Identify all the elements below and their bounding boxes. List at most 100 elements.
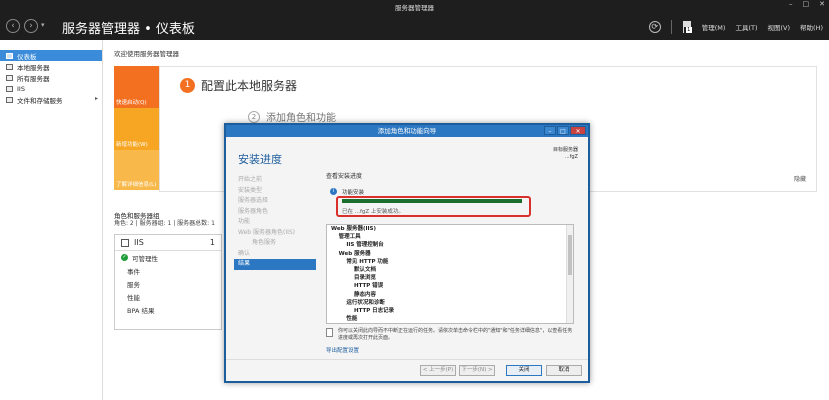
menu-manage[interactable]: 管理(M) [702,22,726,32]
dialog-title-bar: 添加角色和功能向导 – □ ✕ [226,125,588,137]
minimize-button[interactable]: – [789,0,793,8]
history-dropdown-icon[interactable]: ▾ [41,21,45,29]
menu-tools[interactable]: 工具(T) [735,22,757,32]
note: 你可以关闭此向导而不中断正在运行的任务。请依次单击命令栏中的"通知"和"任务详细… [326,328,576,341]
sidebar-item-label: 本地服务器 [17,63,50,72]
log-line: Web 服务器(IIS) [331,226,377,232]
chevron-right-icon[interactable]: ▸ [95,95,98,102]
tile-whats-new[interactable]: 新增功能(W) [114,108,159,150]
role-row-services[interactable]: 服务 [115,277,221,290]
log-line: 常见 HTTP 功能 [331,258,389,265]
forward-icon[interactable]: › [24,19,38,33]
server-icon [6,63,13,70]
close-wizard-button[interactable]: 关闭 [506,365,542,376]
wizard-step: 角色服务 [252,239,277,246]
export-settings-link[interactable]: 导出配置设置 [326,346,582,354]
cancel-button[interactable]: 取消 [546,365,582,376]
step-add-roles[interactable]: 2 添加角色和功能 [248,109,336,124]
welcome-tiles: 快速启动(Q) 新增功能(W) 了解详细信息(L) [114,66,159,190]
dialog-heading: 安装进度 [238,153,282,166]
wizard-step: 服务器角色 [238,207,269,215]
add-roles-wizard-dialog: 添加角色和功能向导 – □ ✕ 安装进度 目标服务器 ...fgZ 开始之前 安… [224,123,590,383]
role-row-bpa[interactable]: BPA 结果 [115,303,221,316]
role-name: IIS [134,238,144,247]
sidebar-item-iis[interactable]: IIS [0,83,102,94]
sidebar-item-label: IIS [17,84,25,93]
iis-icon [121,238,129,247]
note-text: 你可以关闭此向导而不中断正在运行的任务。请依次单击命令栏中的"通知"和"任务详细… [338,328,573,341]
note-icon [326,328,333,337]
menu-help[interactable]: 帮助(H) [800,22,823,32]
back-icon[interactable]: ‹ [6,19,20,33]
sidebar: 仪表板 本地服务器 所有服务器 IIS 文件和存储服务 ▸ [0,40,103,400]
log-line: 管理工具 [331,234,361,241]
storage-icon [6,96,13,103]
window-title-bar: 服务器管理器 – □ ✕ [0,0,829,12]
close-button[interactable]: ✕ [819,0,825,8]
log-line: HTTP 日志记录 [331,307,395,314]
sidebar-item-dashboard[interactable]: 仪表板 [0,50,102,61]
highlight-annotation [336,196,531,217]
log-line: IIS 管理控制台 [331,242,384,249]
breadcrumb: 服务器管理器 • 仪表板 [62,22,195,37]
next-button[interactable]: 下一步(N) > [459,365,495,376]
role-row-manageability[interactable]: ✓ 可管理性 [115,251,221,264]
dialog-maximize-button[interactable]: □ [557,126,569,135]
wizard-steps: 开始之前 安装类型 服务器选择 服务器角色 功能 Web 服务器角色(IIS) … [234,175,316,270]
progress-label: 功能安装 [342,190,365,196]
hide-link[interactable]: 隐藏 [794,174,806,183]
prev-button[interactable]: < 上一步(P) [420,365,456,376]
header-commands: ⟳ 1 管理(M) 工具(T) 视图(V) 帮助(H) [648,20,823,34]
window-controls: – □ ✕ [789,0,825,8]
window-title: 服务器管理器 [395,4,434,12]
notification-count: 1 [685,27,692,33]
role-card-iis[interactable]: IIS 1 ✓ 可管理性 事件 服务 性能 BPA 结果 [114,234,222,330]
step-label: 添加角色和功能 [266,113,336,124]
wizard-step: 开始之前 [238,176,263,183]
roles-subtitle: 角色: 2 | 服务器组: 1 | 服务器总数: 1 [114,220,215,227]
dashboard-icon [6,52,13,59]
iis-icon [6,85,13,92]
log-line: Web 服务器 [331,250,371,257]
dialog-title: 添加角色和功能向导 [377,127,437,135]
dialog-close-button[interactable]: ✕ [570,126,586,135]
sidebar-item-label: 文件和存储服务 [17,96,63,105]
refresh-icon[interactable]: ⟳ [648,21,661,33]
wizard-step: 服务器选择 [238,197,269,204]
step-configure-local-server[interactable]: 1 配置此本地服务器 [180,77,297,94]
menu-view[interactable]: 视图(V) [768,22,791,32]
wizard-step: 确认 [238,249,251,257]
wizard-step: 安装类型 [238,186,263,194]
install-log[interactable]: Web 服务器(IIS) 管理工具 IIS 管理控制台 Web 服务器 常见 H… [326,224,574,324]
dialog-minimize-button[interactable]: – [544,126,556,135]
check-icon: ✓ [121,254,128,261]
log-line: 运行状况和诊断 [331,299,385,306]
log-scrollbar[interactable] [566,225,573,323]
log-line: 默认文档 [331,266,376,273]
role-count: 1 [209,238,215,247]
role-card-header[interactable]: IIS 1 [115,235,221,251]
sidebar-item-all-servers[interactable]: 所有服务器 [0,72,102,83]
maximize-button[interactable]: □ [803,0,810,8]
tile-learn-more[interactable]: 了解详细信息(L) [114,150,159,190]
wizard-step: 功能 [238,218,251,225]
role-row-performance[interactable]: 性能 [115,290,221,303]
sidebar-item-local-server[interactable]: 本地服务器 [0,61,102,72]
divider [670,20,672,34]
log-line: HTTP 错误 [331,283,384,290]
header-bar: ‹ › ▾ 服务器管理器 • 仪表板 ⟳ 1 管理(M) 工具(T) 视图(V)… [0,12,829,40]
wizard-step: Web 服务器角色(IIS) [238,228,296,236]
notifications-flag-icon[interactable]: 1 [682,21,692,33]
servers-icon [6,74,13,81]
log-line: 性能 [331,316,358,323]
welcome-title: 欢迎使用服务器管理器 [114,50,179,58]
sidebar-item-file-storage[interactable]: 文件和存储服务 ▸ [0,94,102,105]
role-row-events[interactable]: 事件 [115,264,221,277]
log-line: 目录浏览 [331,275,376,282]
wizard-step-results[interactable]: 结果 [234,259,316,270]
step-label: 配置此本地服务器 [201,79,298,93]
content-title: 查看安装进度 [326,173,363,180]
tile-quick-start[interactable]: 快速启动(Q) [114,66,159,108]
log-line: 静态内容 [331,291,376,298]
dialog-controls: – □ ✕ [544,126,586,135]
